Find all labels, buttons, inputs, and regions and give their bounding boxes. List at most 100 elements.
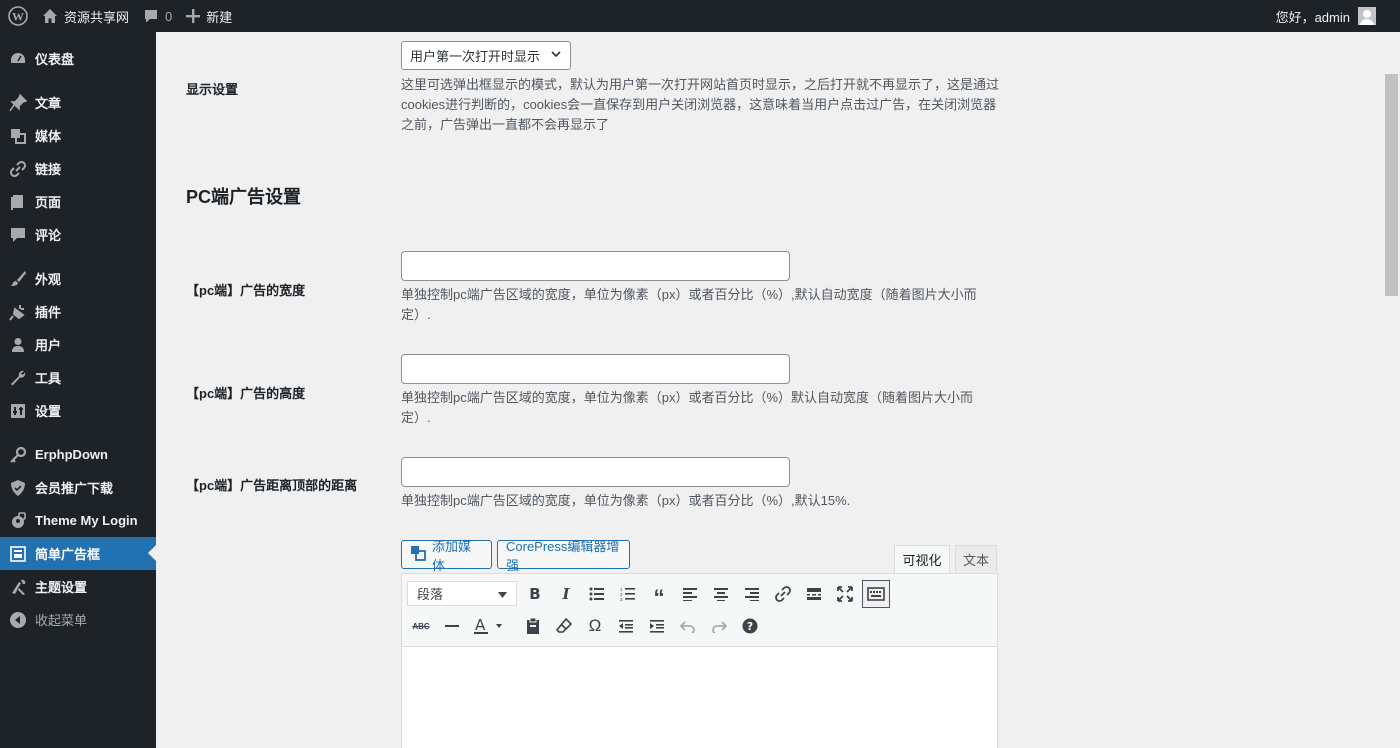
- special-character-icon[interactable]: Ω: [581, 612, 609, 640]
- text-color-icon[interactable]: A: [468, 612, 508, 640]
- svg-text:3: 3: [620, 597, 623, 601]
- sidebar-item-label: 工具: [35, 371, 62, 386]
- format-select[interactable]: 段落: [407, 581, 517, 606]
- tools-icon: [0, 578, 35, 596]
- read-more-icon[interactable]: [800, 580, 828, 608]
- toolbar-toggle-icon[interactable]: [862, 580, 890, 608]
- plus-icon: [186, 9, 201, 23]
- pc-ad-width-input[interactable]: [401, 251, 790, 281]
- add-media-button[interactable]: 添加媒体: [401, 539, 492, 573]
- sidebar-item-label: 页面: [35, 195, 62, 210]
- comment-icon: [0, 226, 35, 244]
- comments-link[interactable]: 0: [136, 0, 179, 32]
- sidebar-item-posts[interactable]: 文章: [0, 86, 156, 119]
- display-mode-select[interactable]: 用户第一次打开时显示: [401, 41, 571, 70]
- collapse-menu-button[interactable]: 收起菜单: [0, 603, 156, 636]
- svg-text:?: ?: [747, 620, 753, 633]
- display-setting-description: 这里可选弹出框显示的模式，默认为用户第一次打开网站首页时显示，之后打开就不再显示…: [401, 77, 1000, 132]
- my-account-link[interactable]: 您好，admin: [1269, 0, 1400, 32]
- admin-sidebar: 仪表盘 文章 媒体 链接 页面 评论 外观 插件 用户 工具 设置 ErphpD…: [0, 32, 156, 748]
- outdent-icon[interactable]: [612, 612, 640, 640]
- align-center-icon[interactable]: [707, 580, 735, 608]
- sidebar-item-member-promotion[interactable]: 会员推广下载: [0, 471, 156, 504]
- sidebar-item-plugins[interactable]: 插件: [0, 295, 156, 328]
- tab-text[interactable]: 文本: [955, 545, 997, 574]
- sidebar-item-theme-my-login[interactable]: Theme My Login: [0, 504, 156, 537]
- pc-ad-height-description: 单独控制pc端广告区域的宽度，单位为像素（px）或者百分比（%）默认自动宽度（随…: [401, 390, 974, 425]
- redo-icon[interactable]: [705, 612, 733, 640]
- wrench-icon: [0, 369, 35, 387]
- key-icon: [0, 446, 35, 464]
- sidebar-item-erphpdown[interactable]: ErphpDown: [0, 438, 156, 471]
- sidebar-item-label: 外观: [35, 272, 62, 287]
- scrollbar-thumb[interactable]: [1385, 74, 1398, 296]
- bullet-list-icon[interactable]: [583, 580, 611, 608]
- clear-formatting-icon[interactable]: [550, 612, 578, 640]
- italic-icon[interactable]: I: [552, 580, 580, 608]
- wordpress-logo-icon[interactable]: W: [0, 0, 36, 32]
- sidebar-item-label: ErphpDown: [35, 447, 108, 462]
- display-mode-value: 用户第一次打开时显示: [410, 49, 541, 64]
- align-left-icon[interactable]: [676, 580, 704, 608]
- pin-icon: [0, 93, 35, 112]
- undo-icon[interactable]: [674, 612, 702, 640]
- pc-ad-top-distance-input[interactable]: [401, 457, 790, 487]
- bold-icon[interactable]: B: [521, 580, 549, 608]
- greeting-label: 您好，admin: [1275, 9, 1350, 25]
- sidebar-item-users[interactable]: 用户: [0, 328, 156, 361]
- sidebar-item-media[interactable]: 媒体: [0, 119, 156, 152]
- sidebar-item-simple-ad-box[interactable]: 简单广告框: [0, 537, 156, 570]
- corepress-button[interactable]: CorePress编辑器增强: [497, 539, 630, 573]
- plugin-icon: [0, 303, 35, 321]
- sidebar-item-comments[interactable]: 评论: [0, 218, 156, 251]
- horizontal-line-icon[interactable]: [438, 612, 466, 640]
- sidebar-item-label: 用户: [35, 338, 62, 353]
- numbered-list-icon[interactable]: 123: [614, 580, 642, 608]
- admin-bar: W 资源共享网 0 新建 您好，admin: [0, 0, 1400, 32]
- pc-ad-height-input[interactable]: [401, 354, 790, 384]
- collapse-icon: [0, 611, 35, 629]
- sidebar-item-label: 链接: [35, 162, 62, 177]
- media-icon: [0, 127, 35, 145]
- sidebar-item-label: Theme My Login: [35, 513, 138, 528]
- caret-down-icon: [498, 586, 507, 601]
- svg-text:W: W: [12, 10, 24, 24]
- dashboard-icon: [0, 50, 35, 68]
- paste-text-icon[interactable]: [519, 612, 547, 640]
- sidebar-item-label: 会员推广下载: [35, 481, 114, 496]
- pc-ad-top-distance-label: 【pc端】广告距离顶部的距离: [186, 478, 358, 493]
- site-name-link[interactable]: 资源共享网: [36, 0, 136, 32]
- add-media-label: 添加媒体: [432, 538, 472, 573]
- sidebar-item-pages[interactable]: 页面: [0, 185, 156, 218]
- tab-visual[interactable]: 可视化: [894, 545, 950, 574]
- page-icon: [0, 193, 35, 211]
- sidebar-item-links[interactable]: 链接: [0, 152, 156, 185]
- sidebar-item-label: 仪表盘: [35, 52, 75, 67]
- sidebar-item-theme-settings[interactable]: 主题设置: [0, 570, 156, 603]
- sidebar-item-label: 主题设置: [35, 580, 88, 595]
- indent-icon[interactable]: [643, 612, 671, 640]
- link-icon: [0, 160, 35, 178]
- blockquote-icon[interactable]: “: [645, 580, 673, 609]
- sidebar-item-label: 文章: [35, 96, 62, 111]
- editor-content-area[interactable]: [402, 647, 997, 748]
- new-label: 新建: [206, 9, 233, 25]
- align-right-icon[interactable]: [738, 580, 766, 608]
- tab-visual-label: 可视化: [902, 553, 942, 568]
- display-setting-label: 显示设置: [186, 82, 239, 97]
- link-icon[interactable]: [769, 580, 797, 608]
- tab-text-label: 文本: [962, 553, 989, 568]
- sidebar-item-label: 评论: [35, 228, 62, 243]
- page-scrollbar[interactable]: [1383, 32, 1400, 748]
- format-select-value: 段落: [417, 587, 444, 602]
- media-icon: [410, 545, 426, 564]
- new-content-link[interactable]: 新建: [179, 0, 239, 32]
- fullscreen-icon[interactable]: [831, 580, 859, 608]
- sidebar-item-tools[interactable]: 工具: [0, 361, 156, 394]
- help-icon[interactable]: ?: [736, 612, 764, 640]
- pc-ad-width-label: 【pc端】广告的宽度: [186, 283, 306, 298]
- sidebar-item-dashboard[interactable]: 仪表盘: [0, 42, 156, 75]
- sidebar-item-appearance[interactable]: 外观: [0, 262, 156, 295]
- strikethrough-icon[interactable]: ABC: [407, 612, 435, 640]
- sidebar-item-settings[interactable]: 设置: [0, 394, 156, 427]
